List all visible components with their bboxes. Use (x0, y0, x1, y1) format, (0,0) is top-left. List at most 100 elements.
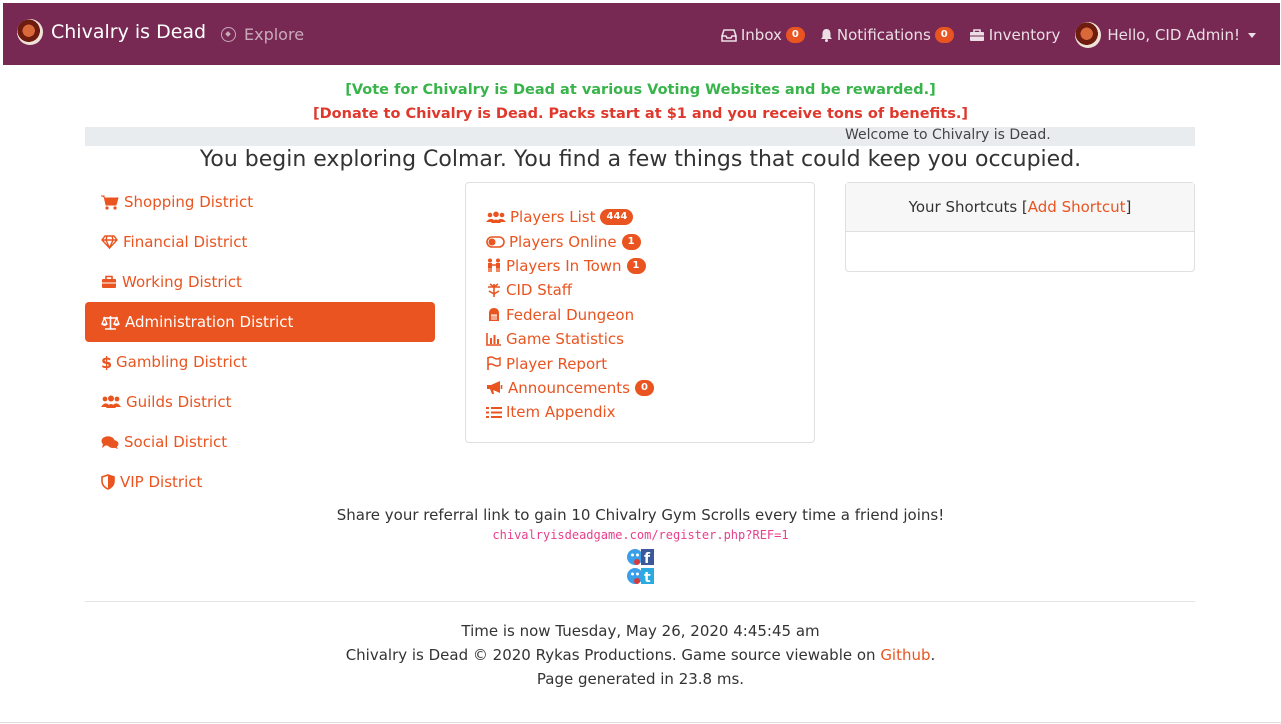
gem-icon (101, 235, 118, 249)
inbox-link[interactable]: Inbox 0 (721, 26, 805, 44)
district-working[interactable]: Working District (85, 262, 435, 302)
shortcuts-title-suffix: ] (1125, 198, 1132, 216)
svg-text:$: $ (101, 354, 111, 370)
dollar-icon: $ (101, 354, 111, 370)
copyright-period: . (930, 646, 936, 664)
district-label: Working District (122, 273, 242, 291)
shield-icon (101, 474, 115, 490)
page-headline: You begin exploring Colmar. You find a f… (199, 147, 1082, 172)
player-count-badge: 444 (600, 209, 634, 226)
top-navbar: Chivalry is Dead Explore Inbox 0 Notific… (3, 3, 1280, 65)
copyright-text: Chivalry is Dead © 2020 Rykas Production… (345, 646, 881, 664)
bell-icon (820, 29, 832, 42)
server-time: Time is now Tuesday, May 26, 2020 4:45:4… (461, 622, 820, 640)
district-vip[interactable]: VIP District (85, 462, 435, 502)
dungeon-icon (489, 308, 499, 322)
list-icon (486, 406, 502, 418)
copyright-line: Chivalry is Dead © 2020 Rykas Production… (0, 646, 1281, 664)
compass-icon (221, 27, 236, 42)
vote-announcement-link[interactable]: [Vote for Chivalry is Dead at various Vo… (0, 82, 1281, 98)
inventory-label: Inventory (988, 26, 1061, 44)
link-cid-staff[interactable]: CID Staff (486, 278, 794, 302)
brand-name: Chivalry is Dead (51, 21, 207, 43)
administration-links-card: Players List 444 Players Online 1 Player… (465, 182, 815, 443)
district-shopping[interactable]: Shopping District (85, 182, 435, 222)
district-label: Gambling District (116, 353, 247, 371)
link-label: CID Staff (506, 281, 573, 300)
link-label: Player Report (506, 354, 608, 373)
explore-label: Explore (244, 25, 305, 44)
notifications-label: Notifications (836, 26, 931, 44)
twitter-share-icon[interactable]: t (626, 567, 656, 585)
link-players-list[interactable]: Players List 444 (486, 205, 794, 229)
footer-divider (85, 601, 1195, 602)
district-list: Shopping District Financial District Wor… (85, 182, 435, 502)
district-gambling[interactable]: $ Gambling District (85, 342, 435, 382)
link-label: Players Online (509, 232, 617, 251)
svg-text:t: t (644, 570, 651, 585)
link-item-appendix[interactable]: Item Appendix (486, 400, 794, 424)
link-game-statistics[interactable]: Game Statistics (486, 327, 794, 351)
shortcuts-card: Your Shortcuts [Add Shortcut] (845, 182, 1195, 272)
link-player-report[interactable]: Player Report (486, 351, 794, 375)
link-label: Players In Town (506, 256, 622, 275)
shortcuts-title-prefix: Your Shortcuts [ (908, 198, 1028, 216)
welcome-marquee: Welcome to Chivalry is Dead. (85, 127, 1195, 146)
link-players-in-town[interactable]: Players In Town 1 (486, 254, 794, 278)
users-icon (101, 395, 121, 408)
link-label: Players List (510, 208, 596, 227)
online-count-badge: 1 (621, 233, 641, 250)
inbox-label: Inbox (740, 26, 782, 44)
page-generation-time: Page generated in 23.8 ms. (536, 670, 745, 688)
donate-announcement-link[interactable]: [Donate to Chivalry is Dead. Packs start… (0, 106, 1281, 122)
brand-link[interactable]: Chivalry is Dead (17, 19, 206, 45)
announcements-count-badge: 0 (635, 379, 654, 396)
user-menu-dropdown[interactable]: Hello, CID Admin! (1075, 22, 1256, 48)
bullhorn-icon (487, 381, 503, 395)
inbox-icon (721, 28, 737, 42)
link-federal-dungeon[interactable]: Federal Dungeon (486, 303, 794, 327)
link-players-online[interactable]: Players Online 1 (486, 229, 794, 253)
users-icon (486, 211, 506, 223)
district-guilds[interactable]: Guilds District (85, 382, 435, 422)
district-label: Shopping District (124, 193, 254, 211)
notifications-count-badge: 0 (934, 27, 954, 43)
user-avatar (1075, 22, 1102, 48)
link-announcements[interactable]: Announcements 0 (486, 376, 794, 400)
chevron-down-icon (1248, 32, 1256, 38)
chart-icon (486, 333, 501, 346)
link-label: Announcements (508, 378, 630, 397)
inventory-link[interactable]: Inventory (969, 26, 1061, 44)
people-icon (488, 258, 500, 273)
github-link[interactable]: Github (880, 646, 930, 664)
toggle-icon (486, 235, 505, 248)
link-label: Game Statistics (506, 330, 624, 349)
page-bottom-border (0, 722, 1281, 723)
inbox-count-badge: 0 (785, 27, 805, 43)
shortcuts-header: Your Shortcuts [Add Shortcut] (846, 183, 1194, 232)
referral-text: Share your referral link to gain 10 Chiv… (336, 506, 945, 524)
link-label: Federal Dungeon (506, 305, 635, 324)
district-social[interactable]: Social District (85, 422, 435, 462)
explore-nav-link[interactable]: Explore (221, 25, 304, 44)
district-label: VIP District (120, 473, 203, 491)
game-logo (17, 19, 43, 45)
town-count-badge: 1 (626, 257, 646, 274)
facebook-share-icon[interactable]: f (626, 548, 656, 566)
briefcase-icon (102, 275, 116, 288)
link-label: Item Appendix (506, 403, 616, 422)
add-shortcut-link[interactable]: Add Shortcut (1028, 198, 1126, 216)
flag-icon (487, 356, 501, 371)
referral-link[interactable]: chivalryisdeadgame.com/register.php?REF=… (0, 528, 1281, 542)
district-financial[interactable]: Financial District (85, 222, 435, 262)
district-label: Administration District (125, 313, 294, 331)
comments-icon (101, 435, 119, 449)
balance-scale-icon (101, 315, 120, 330)
notifications-link[interactable]: Notifications 0 (820, 26, 954, 44)
cart-icon (101, 195, 119, 210)
district-label: Social District (124, 433, 228, 451)
district-administration[interactable]: Administration District (85, 302, 435, 342)
district-label: Financial District (123, 233, 248, 251)
user-greeting: Hello, CID Admin! (1107, 26, 1240, 44)
svg-text:f: f (644, 551, 651, 566)
